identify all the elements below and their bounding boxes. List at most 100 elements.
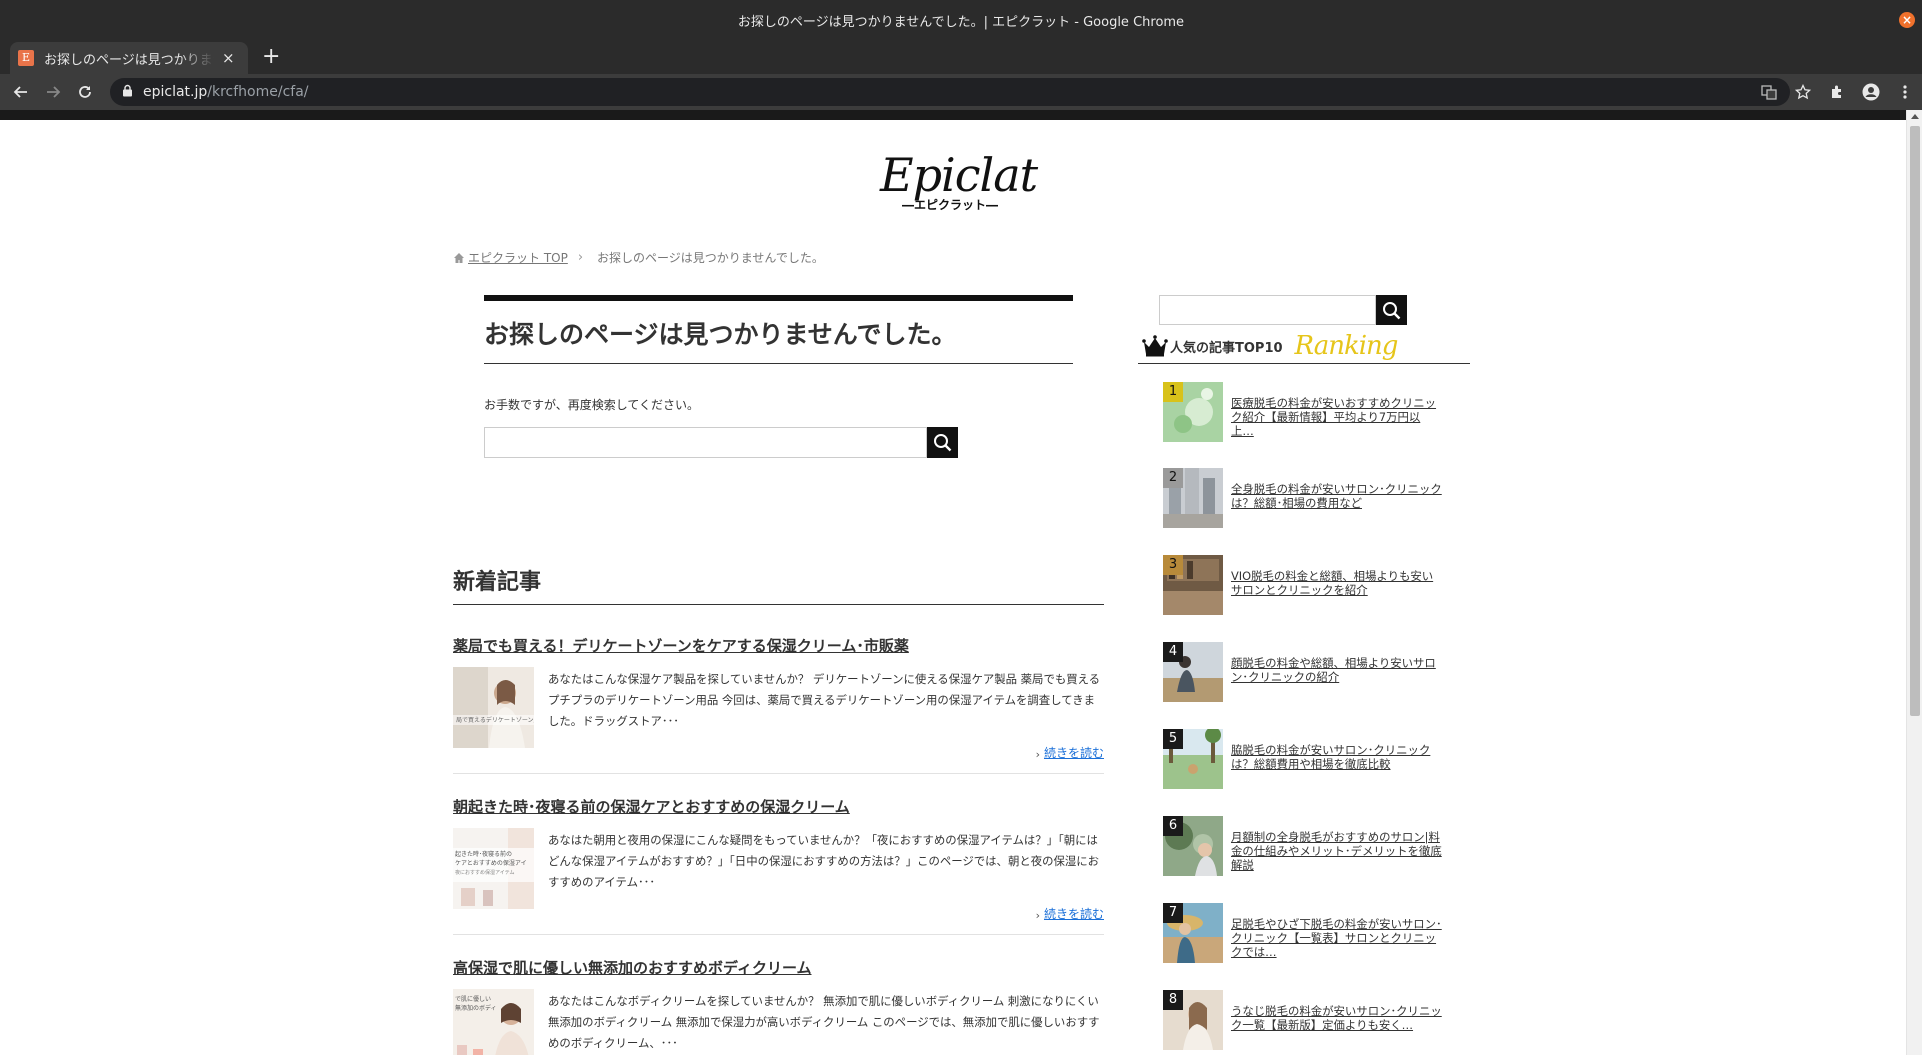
ranking-item: 8 うなじ脱毛の料金が安いサロン･クリニック一覧【最新版】定価よりも安く… (1163, 973, 1470, 1055)
latest-articles-heading: 新着記事 (453, 564, 1104, 605)
site-favicon-icon: E (18, 50, 34, 66)
site-logo[interactable]: Epiclat ―エピクラット― (880, 148, 1038, 213)
ranking-thumbnail[interactable]: 1 (1163, 382, 1223, 442)
rank-badge: 5 (1163, 729, 1183, 749)
bookmark-star-icon[interactable] (1792, 81, 1814, 103)
breadcrumb: エピクラット TOP › お探しのページは見つかりませんでした。 (453, 249, 824, 266)
scrollbar-thumb[interactable] (1910, 126, 1920, 716)
svg-text:ケアとおすすめの保湿アイ: ケアとおすすめの保湿アイ (455, 859, 527, 867)
ranking-label: 人気の記事TOP10 (1170, 340, 1283, 356)
tab-title: お探しのページは見つかりませんでした。 (44, 52, 214, 68)
main-column: お探しのページは見つかりませんでした。 お手数ですが、再度検索してください。 新… (453, 295, 1104, 1055)
browser-toolbar: epiclat.jp/krcfhome/cfa/ (0, 74, 1922, 110)
reload-icon[interactable] (74, 81, 96, 103)
article-item: 薬局でも買える！デリケートゾーンをケアする保湿クリーム･市販薬 局で買えるデリケ… (453, 635, 1104, 774)
ranking-title-link[interactable]: 月額制の全身脱毛がおすすめのサロン|料金の仕組みやメリット･デメリットを徹底解説 (1231, 830, 1443, 872)
extensions-puzzle-icon[interactable] (1826, 81, 1848, 103)
rank-badge: 6 (1163, 816, 1183, 836)
lock-icon (122, 84, 133, 101)
ranking-thumbnail[interactable]: 6 (1163, 816, 1223, 876)
ranking-thumbnail[interactable]: 8 (1163, 990, 1223, 1050)
sidebar-search-form (1159, 295, 1470, 325)
ranking-title-link[interactable]: VIO脱毛の料金と総額、相場よりも安いサロンとクリニックを紹介 (1231, 569, 1443, 597)
new-tab-button[interactable]: + (262, 46, 280, 68)
ranking-title-link[interactable]: 顔脱毛の料金や総額、相場より安いサロン･クリニックの紹介 (1231, 656, 1443, 684)
ranking-item: 5 脇脱毛の料金が安いサロン･クリニックは？総額費用や相場を徹底比較 (1163, 712, 1470, 799)
ranking-title-link[interactable]: 医療脱毛の料金が安いおすすめクリニック紹介【最新情報】平均より7万円以上… (1231, 396, 1443, 438)
crown-icon (1142, 335, 1168, 357)
window-close-button[interactable]: × (1899, 12, 1915, 28)
article-title-link[interactable]: 高保湿で肌に優しい無添加のおすすめボディクリーム (453, 957, 1104, 978)
ranking-list: 1 医療脱毛の料金が安いおすすめクリニック紹介【最新情報】平均より7万円以上… … (1138, 364, 1470, 1055)
svg-text:局で買えるデリケートゾーン用: 局で買えるデリケートゾーン用 (456, 716, 534, 724)
ranking-title-link[interactable]: うなじ脱毛の料金が安いサロン･クリニック一覧【最新版】定価よりも安く… (1231, 1004, 1443, 1032)
rank-badge: 1 (1163, 382, 1183, 402)
ranking-script-label: Ranking (1294, 331, 1399, 361)
main-search-input[interactable] (484, 427, 927, 458)
address-bar[interactable]: epiclat.jp/krcfhome/cfa/ (110, 78, 1790, 106)
browser-tab[interactable]: E お探しのページは見つかりませんでした。 × (10, 42, 248, 74)
breadcrumb-home-link[interactable]: エピクラット TOP (468, 249, 568, 266)
article-thumbnail[interactable]: で肌に優しい 無添加のボディ (453, 989, 534, 1055)
sidebar-search-input[interactable] (1159, 295, 1376, 325)
chevron-right-icon: › (1035, 748, 1040, 761)
ranking-thumbnail[interactable]: 3 (1163, 555, 1223, 615)
sidebar: 人気の記事TOP10 Ranking 1 医療脱毛の料金が安いおすすめクリニック… (1138, 295, 1470, 1055)
ranking-thumbnail[interactable]: 2 (1163, 468, 1223, 528)
ranking-thumbnail[interactable]: 7 (1163, 903, 1223, 963)
window-title: お探しのページは見つかりませんでした。| エピクラット - Google Chr… (737, 14, 1185, 30)
breadcrumb-separator: › (577, 250, 584, 265)
translate-icon[interactable] (1758, 81, 1780, 103)
article-excerpt: あなたはこんな保湿ケア製品を探していませんか？ デリケートゾーンに使える保湿ケア… (548, 672, 1101, 728)
article-item: 朝起きた時･夜寝る前の保湿ケアとおすすめの保湿クリーム 起きた時･夜寝る前の ケア… (453, 796, 1104, 935)
not-found-box: お探しのページは見つかりませんでした。 お手数ですが、再度検索してください。 (484, 295, 1073, 458)
rank-badge: 8 (1163, 990, 1183, 1010)
tab-close-icon[interactable]: × (222, 49, 235, 67)
article-excerpt: あなはた朝用と夜用の保湿にこんな疑問をもっていませんか？「夜におすすめの保湿アイ… (548, 833, 1100, 889)
ranking-item: 2 全身脱毛の料金が安いサロン･クリニックは？総額･相場の費用など (1163, 451, 1470, 538)
ranking-header: 人気の記事TOP10 Ranking (1138, 331, 1470, 364)
page-title: お探しのページは見つかりませんでした。 (484, 295, 1073, 364)
read-more-link[interactable]: 続きを読む (1044, 905, 1104, 922)
url-path: /krcfhome/cfa/ (207, 84, 309, 100)
chrome-menu-icon[interactable] (1894, 81, 1916, 103)
ranking-thumbnail[interactable]: 4 (1163, 642, 1223, 702)
rank-badge: 3 (1163, 555, 1183, 575)
breadcrumb-current: お探しのページは見つかりませんでした。 (597, 251, 824, 265)
ranking-title-link[interactable]: 足脱毛やひざ下脱毛の料金が安いサロン･クリニック【一覧表】サロンとクリニックでは… (1231, 917, 1443, 959)
not-found-message: お手数ですが、再度検索してください。 (484, 398, 700, 412)
svg-text:で肌に優しい: で肌に優しい (455, 995, 491, 1003)
svg-text:起きた時･夜寝る前の: 起きた時･夜寝る前の (455, 850, 512, 858)
chevron-right-icon: › (1035, 909, 1040, 922)
article-excerpt: あなたはこんなボディクリームを探していませんか？ 無添加で肌に優しいボディクリー… (548, 994, 1100, 1050)
page-scrollbar[interactable] (1906, 110, 1922, 1055)
url-host: epiclat.jp (143, 84, 208, 100)
ranking-item: 7 足脱毛やひざ下脱毛の料金が安いサロン･クリニック【一覧表】サロンとクリニック… (1163, 886, 1470, 973)
search-icon (934, 434, 952, 452)
ranking-title-link[interactable]: 全身脱毛の料金が安いサロン･クリニックは？総額･相場の費用など (1231, 482, 1443, 510)
ranking-title-link[interactable]: 脇脱毛の料金が安いサロン･クリニックは？総額費用や相場を徹底比較 (1231, 743, 1443, 771)
sidebar-search-button[interactable] (1376, 295, 1407, 325)
back-icon[interactable] (10, 81, 32, 103)
ranking-item: 4 顔脱毛の料金や総額、相場より安いサロン･クリニックの紹介 (1163, 625, 1470, 712)
article-title-link[interactable]: 薬局でも買える！デリケートゾーンをケアする保湿クリーム･市販薬 (453, 635, 1104, 656)
logo-wordmark: Epiclat (880, 148, 1038, 202)
ranking-item: 1 医療脱毛の料金が安いおすすめクリニック紹介【最新情報】平均より7万円以上… (1163, 364, 1470, 451)
ranking-item: 3 VIO脱毛の料金と総額、相場よりも安いサロンとクリニックを紹介 (1163, 538, 1470, 625)
main-search-button[interactable] (927, 427, 958, 458)
article-thumbnail[interactable]: 局で買えるデリケートゾーン用 (453, 667, 534, 748)
ranking-item: 6 月額制の全身脱毛がおすすめのサロン|料金の仕組みやメリット･デメリットを徹底… (1163, 799, 1470, 886)
svg-text:夜におすすめ保湿アイテム: 夜におすすめ保湿アイテム (455, 869, 515, 876)
read-more-link[interactable]: 続きを読む (1044, 744, 1104, 761)
home-icon (454, 252, 464, 263)
scroll-up-arrow-icon[interactable] (1911, 114, 1919, 119)
rank-badge: 2 (1163, 468, 1183, 488)
article-thumbnail[interactable]: 起きた時･夜寝る前の ケアとおすすめの保湿アイ 夜におすすめ保湿アイテム (453, 828, 534, 909)
ranking-thumbnail[interactable]: 5 (1163, 729, 1223, 789)
window-titlebar: お探しのページは見つかりませんでした。| エピクラット - Google Chr… (0, 0, 1922, 40)
profile-avatar-icon[interactable] (1860, 81, 1882, 103)
rank-badge: 4 (1163, 642, 1183, 662)
article-title-link[interactable]: 朝起きた時･夜寝る前の保湿ケアとおすすめの保湿クリーム (453, 796, 1104, 817)
forward-icon[interactable] (42, 81, 64, 103)
rank-badge: 7 (1163, 903, 1183, 923)
